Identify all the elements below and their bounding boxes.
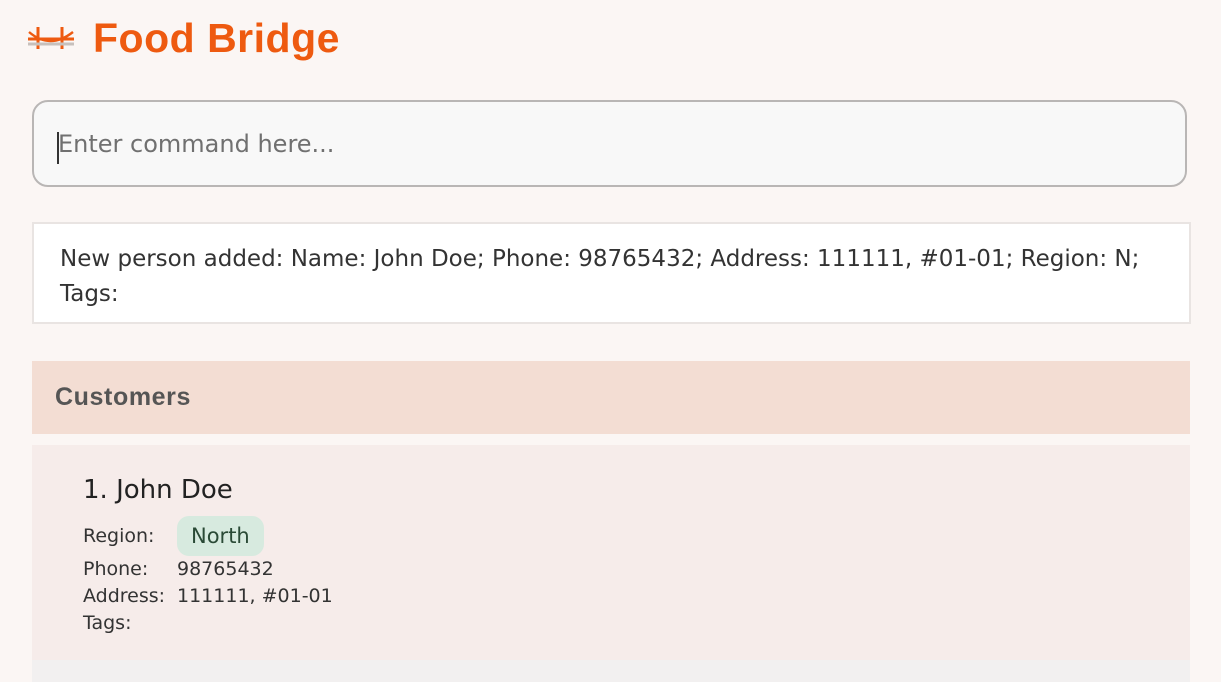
- address-value: 111111, #01-01: [177, 585, 333, 607]
- customer-card[interactable]: 1. John Doe Region: North Phone: 9876543…: [32, 445, 1190, 660]
- phone-value: 98765432: [177, 558, 274, 580]
- customers-header-label: Customers: [55, 383, 191, 411]
- customers-header: Customers: [32, 361, 1190, 434]
- tags-label: Tags:: [83, 612, 132, 634]
- text-caret: [57, 132, 59, 164]
- app-title: Food Bridge: [93, 14, 340, 61]
- region-label: Region:: [83, 525, 155, 547]
- result-display: New person added: Name: John Doe; Phone:…: [32, 222, 1191, 324]
- region-tag: North: [177, 516, 264, 556]
- customer-name: 1. John Doe: [83, 475, 233, 505]
- address-label: Address:: [83, 585, 166, 607]
- result-message: New person added: Name: John Doe; Phone:…: [60, 246, 1140, 307]
- bridge-icon: [28, 27, 74, 49]
- command-box[interactable]: [32, 100, 1187, 187]
- command-input[interactable]: [54, 102, 1164, 185]
- list-item: [32, 660, 1190, 682]
- phone-label: Phone:: [83, 558, 149, 580]
- title-bar: Food Bridge: [28, 14, 340, 62]
